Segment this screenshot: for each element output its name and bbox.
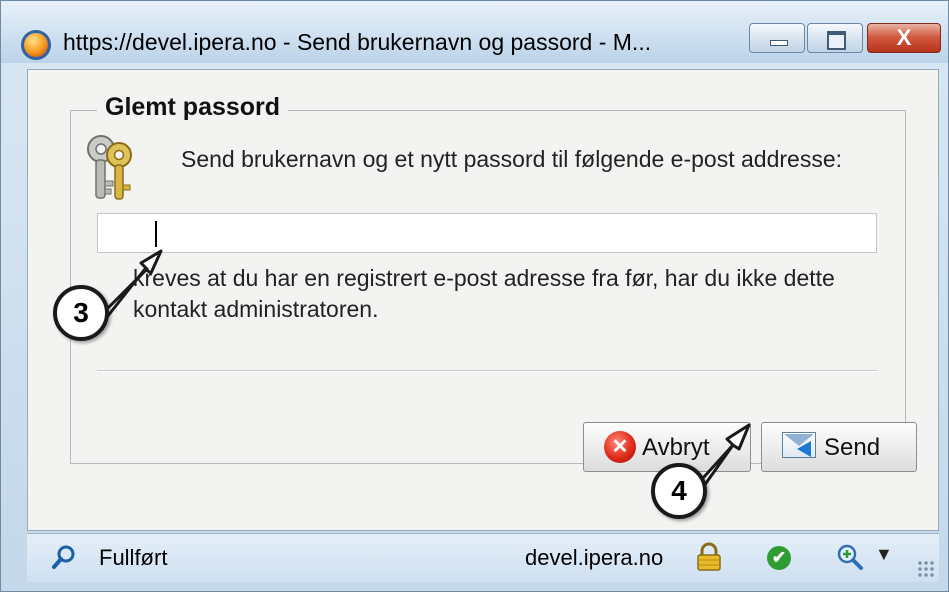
callout-badge-4: 4 — [651, 463, 707, 519]
send-button[interactable]: Send — [761, 422, 917, 472]
lock-icon[interactable] — [695, 542, 723, 572]
check-icon[interactable]: ✔ — [767, 546, 791, 570]
maximize-icon — [827, 31, 846, 50]
zoom-icon[interactable] — [835, 542, 865, 572]
keys-icon — [87, 135, 132, 200]
chevron-down-icon[interactable]: ▼ — [875, 544, 893, 565]
status-bar: Fullført devel.ipera.no ✔ ▼ — [27, 533, 939, 582]
close-icon: X — [896, 25, 912, 50]
send-mail-icon — [782, 432, 816, 458]
close-button[interactable]: X — [867, 23, 941, 53]
group-title: Glemt passord — [97, 93, 289, 122]
divider — [97, 370, 877, 372]
status-host: devel.ipera.no — [525, 545, 664, 570]
send-label: Send — [824, 434, 881, 461]
callout-badge-3: 3 — [53, 285, 109, 341]
minimize-icon — [770, 40, 788, 46]
window-title: https://devel.ipera.no - Send brukernavn… — [63, 29, 652, 55]
email-input[interactable] — [97, 213, 877, 253]
cancel-icon: ✕ — [604, 431, 636, 463]
forgot-password-group: Glemt passord Send brukernavn og et nytt… — [70, 93, 917, 472]
search-icon[interactable] — [49, 542, 79, 572]
title-bar[interactable]: https://devel.ipera.no - Send brukernavn… — [1, 1, 948, 63]
instruction-text: Send brukernavn og et nytt passord til f… — [181, 146, 843, 172]
maximize-button[interactable] — [807, 23, 863, 53]
browser-popup-window: https://devel.ipera.no - Send brukernavn… — [0, 0, 949, 592]
firefox-icon — [21, 30, 51, 60]
status-text: Fullført — [99, 545, 168, 570]
minimize-button[interactable] — [749, 23, 805, 53]
resize-grip[interactable] — [917, 560, 935, 578]
requirement-note: kreves at du har en registrert e-post ad… — [133, 265, 835, 322]
